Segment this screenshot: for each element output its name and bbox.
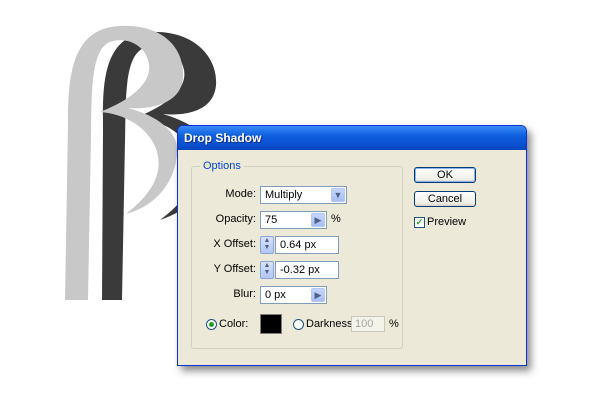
ok-button[interactable]: OK (414, 167, 476, 183)
darkness-unit: % (389, 318, 399, 330)
blur-row: Blur: 0 px ▶ (192, 286, 402, 304)
preview-checkbox[interactable]: ✓ (414, 217, 425, 228)
blur-label: Blur: (233, 288, 256, 300)
darkness-input: 100 (351, 316, 385, 332)
blur-value: 0 px (265, 289, 286, 301)
y-offset-row: Y Offset: ▲ ▼ -0.32 px (192, 261, 402, 279)
dialog-title[interactable]: Drop Shadow (178, 126, 526, 150)
blur-input[interactable]: 0 px ▶ (260, 286, 327, 304)
mode-value: Multiply (265, 189, 303, 201)
opacity-label: Opacity: (215, 213, 256, 225)
y-offset-label: Y Offset: (213, 263, 256, 275)
opacity-input[interactable]: 75 ▶ (260, 211, 327, 229)
mode-label: Mode: (225, 188, 256, 200)
options-legend: Options (203, 160, 241, 172)
opacity-value: 75 (265, 214, 278, 226)
opacity-row: Opacity: 75 ▶ % (192, 211, 402, 229)
dialog-body: Options Mode: Multiply ▼ Opacity: 75 ▶ % (181, 150, 523, 362)
x-offset-input[interactable]: 0.64 px (275, 236, 339, 254)
options-group: Options Mode: Multiply ▼ Opacity: 75 ▶ % (191, 160, 403, 349)
x-offset-row: X Offset: ▲ ▼ 0.64 px (192, 236, 402, 254)
mode-row: Mode: Multiply ▼ (192, 186, 402, 204)
preview-label: Preview (427, 216, 467, 228)
color-darkness-row: Color: Darkness: 100 % (192, 314, 402, 336)
darkness-label: Darkness: (306, 318, 356, 330)
opacity-unit: % (331, 213, 341, 225)
darkness-radio[interactable] (293, 319, 304, 330)
preview-option[interactable]: ✓ Preview (414, 216, 484, 230)
chevron-right-icon[interactable]: ▶ (311, 288, 325, 302)
y-offset-value: -0.32 px (280, 264, 320, 276)
x-offset-value: 0.64 px (280, 239, 317, 251)
y-offset-input[interactable]: -0.32 px (275, 261, 339, 279)
chevron-right-icon[interactable]: ▶ (311, 213, 325, 227)
mode-select[interactable]: Multiply ▼ (260, 186, 347, 204)
color-label: Color: (219, 318, 249, 330)
cancel-button[interactable]: Cancel (414, 191, 476, 207)
spinner-icon[interactable]: ▲ ▼ (260, 236, 274, 254)
chevron-down-icon[interactable]: ▼ (331, 188, 345, 202)
x-offset-label: X Offset: (213, 238, 256, 250)
color-radio[interactable] (206, 319, 217, 330)
drop-shadow-dialog: Drop Shadow Options Mode: Multiply ▼ Opa… (177, 125, 527, 366)
shadow-color-swatch[interactable] (260, 314, 282, 334)
spinner-icon[interactable]: ▲ ▼ (260, 261, 274, 279)
